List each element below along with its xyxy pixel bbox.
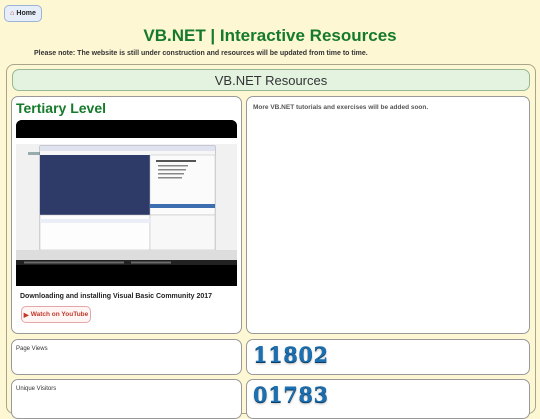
unique-visitors-counter-card: 01783	[246, 379, 530, 419]
page-views-label: Page Views	[16, 346, 48, 352]
watch-on-youtube-button[interactable]: ▶ Watch on YouTube	[21, 306, 91, 323]
more-tutorials-text: More VB.NET tutorials and exercises will…	[253, 104, 429, 111]
site-title: VB.NET | Interactive Resources	[143, 26, 397, 45]
unique-visitors-counter: 01783	[253, 382, 329, 407]
home-icon: ⌂	[10, 10, 15, 17]
video-thumbnail[interactable]	[16, 120, 237, 286]
construction-note: Please note: The website is still under …	[34, 50, 368, 57]
page-views-counter: 11802	[253, 342, 329, 367]
home-label: Home	[16, 10, 36, 17]
unique-visitors-card: Unique Visitors	[11, 379, 242, 419]
page-views-counter-card: 11802	[246, 339, 530, 375]
tertiary-card: Tertiary Level Downloading and installin…	[11, 96, 242, 334]
page-views-card: Page Views	[11, 339, 242, 375]
home-button[interactable]: ⌂ Home	[4, 5, 42, 22]
tertiary-title: Tertiary Level	[16, 100, 107, 116]
resources-heading: VB.NET Resources	[12, 69, 530, 91]
unique-visitors-label: Unique Visitors	[16, 386, 57, 392]
play-icon: ▶	[23, 311, 29, 319]
watch-label: Watch on YouTube	[30, 311, 89, 318]
more-tutorials-card: More VB.NET tutorials and exercises will…	[246, 96, 530, 334]
video-caption: Downloading and installing Visual Basic …	[20, 293, 213, 300]
vs-installer-screenshot	[16, 120, 237, 286]
